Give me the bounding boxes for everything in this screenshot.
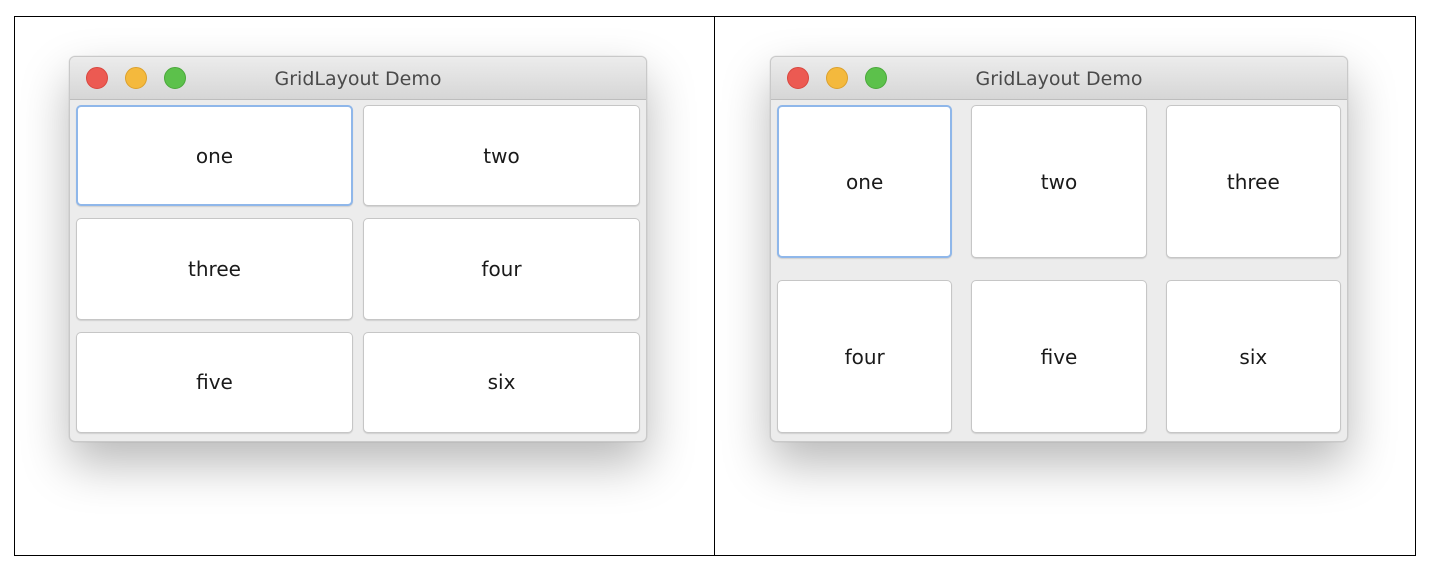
- button-five[interactable]: five: [76, 331, 353, 433]
- button-one[interactable]: one: [777, 105, 953, 258]
- button-grid: one two three four five six: [76, 105, 640, 433]
- gridlayout-window-2col: GridLayout Demo one two three four five …: [69, 56, 647, 442]
- button-six[interactable]: six: [1165, 280, 1341, 433]
- button-two[interactable]: two: [363, 105, 640, 207]
- button-one[interactable]: one: [76, 105, 353, 207]
- button-four[interactable]: four: [363, 218, 640, 320]
- button-three[interactable]: three: [76, 218, 353, 320]
- title-bar[interactable]: GridLayout Demo: [70, 57, 646, 100]
- button-five[interactable]: five: [971, 280, 1147, 433]
- button-four[interactable]: four: [777, 280, 953, 433]
- button-six[interactable]: six: [363, 331, 640, 433]
- title-bar[interactable]: GridLayout Demo: [771, 57, 1347, 100]
- button-three[interactable]: three: [1165, 105, 1341, 258]
- window-title: GridLayout Demo: [975, 68, 1143, 90]
- panel-divider: [714, 16, 715, 556]
- button-two[interactable]: two: [971, 105, 1147, 258]
- window-title: GridLayout Demo: [274, 68, 442, 90]
- gridlayout-window-3col: GridLayout Demo one two three four five …: [770, 56, 1348, 442]
- button-grid: one two three four five six: [777, 105, 1341, 433]
